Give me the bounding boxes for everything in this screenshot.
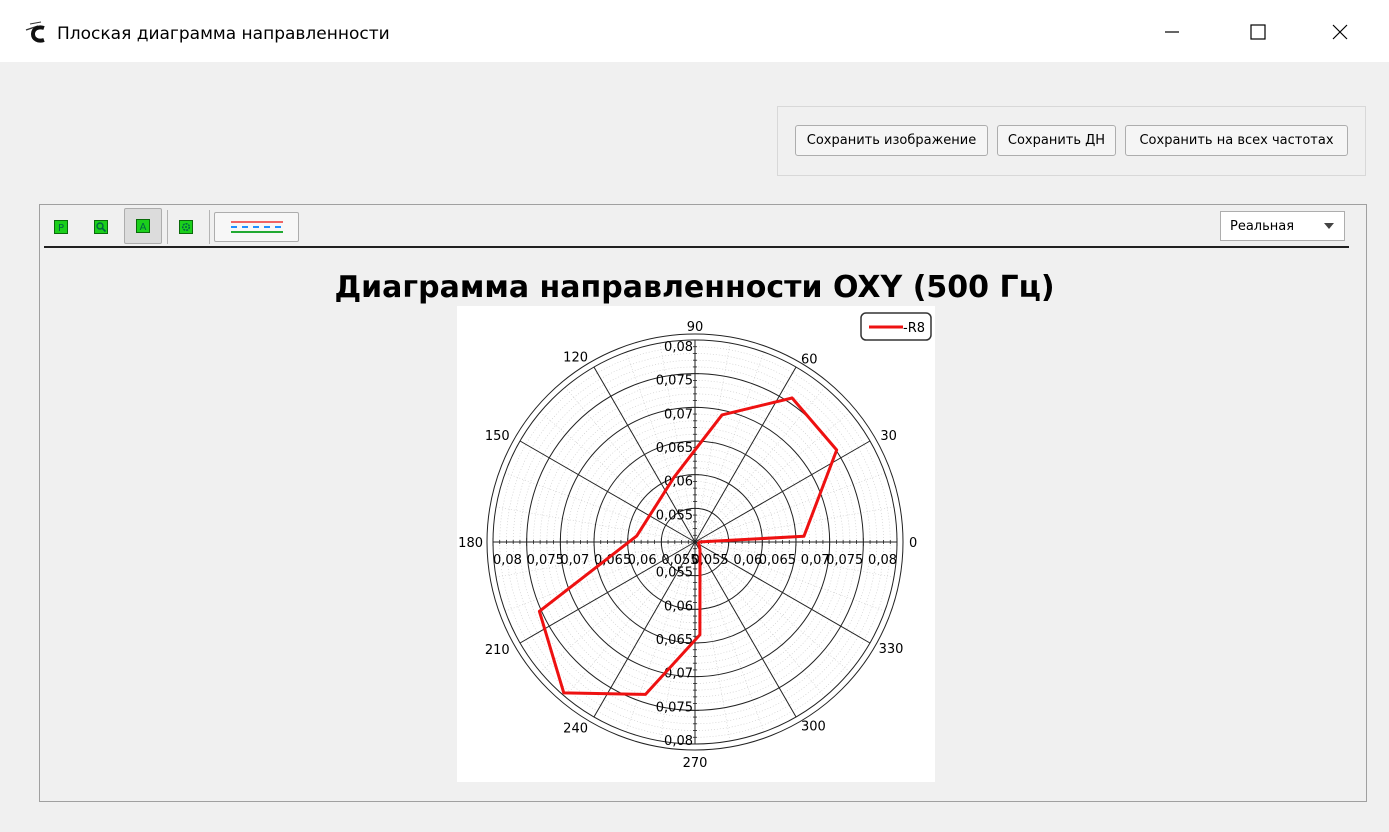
major-grid-spoke — [519, 440, 696, 543]
legend: -R8 — [860, 312, 932, 341]
tool-zoom-icon — [94, 220, 108, 234]
close-button[interactable] — [1320, 14, 1360, 50]
angle-label: 60 — [801, 352, 818, 367]
radial-tick-label: 0,075 — [656, 700, 693, 715]
tool-a-button[interactable]: A — [124, 208, 162, 244]
radial-tick-label: 0,065 — [656, 633, 693, 648]
maximize-button[interactable] — [1238, 14, 1278, 50]
major-grid-spoke — [694, 541, 797, 718]
angle-label: 120 — [563, 351, 588, 366]
major-grid-spoke — [694, 366, 797, 543]
toolbar-separator — [167, 210, 168, 244]
save-all-frequencies-button[interactable]: Сохранить на всех частотах — [1125, 125, 1348, 156]
radial-tick-label: 0,08 — [664, 340, 693, 355]
mode-select-value: Реальная — [1230, 219, 1295, 234]
radial-tick-label: 0,07 — [664, 407, 693, 422]
svg-text:A: A — [140, 222, 147, 233]
radial-tick-label: 0,075 — [656, 374, 693, 389]
angle-label: 270 — [683, 756, 708, 771]
radial-tick-label: 0,08 — [664, 734, 693, 749]
chevron-down-icon — [1324, 223, 1334, 229]
radial-tick-label: 0,065 — [656, 441, 693, 456]
polar-chart: 0 30 60 90 120 150 180 210 240 270 300 330 0,055 0,05… — [458, 312, 932, 771]
tool-p-button[interactable]: P — [48, 214, 74, 240]
tool-zoom-button[interactable] — [88, 214, 114, 240]
minimize-button[interactable] — [1152, 14, 1192, 50]
angle-label: 210 — [485, 643, 510, 658]
angle-label: 180 — [458, 536, 483, 551]
angle-label: 90 — [687, 320, 704, 335]
radial-tick-label: 0,06 — [628, 553, 657, 568]
angle-label: 150 — [485, 429, 510, 444]
radial-tick-label: 0,07 — [560, 553, 589, 568]
maximize-icon — [1250, 24, 1266, 40]
save-pattern-button[interactable]: Сохранить ДН — [997, 125, 1116, 156]
angle-label: 300 — [801, 720, 826, 735]
radial-tick-label: 0,055 — [661, 553, 698, 568]
tool-a-icon: A — [136, 219, 150, 233]
radial-tick-label: 0,075 — [527, 553, 564, 568]
radial-tick-label: 0,055 — [656, 508, 693, 523]
radial-tick-label: 0,08 — [493, 553, 522, 568]
tool-gear-button[interactable] — [173, 214, 199, 240]
toolbar-separator — [209, 210, 210, 244]
radial-tick-label: 0,065 — [759, 553, 796, 568]
line-style-icon — [230, 221, 283, 233]
angle-label: 30 — [880, 429, 897, 444]
angle-label: 330 — [879, 642, 904, 657]
svg-text:P: P — [58, 223, 64, 234]
save-image-button[interactable]: Сохранить изображение — [795, 125, 988, 156]
line-style-button[interactable] — [214, 212, 299, 242]
app-logo-icon — [25, 21, 45, 43]
close-icon — [1332, 24, 1348, 40]
polar-plot-area: 0 30 60 90 120 150 180 210 240 270 300 330 0,055 0,05… — [457, 306, 935, 782]
minimize-icon — [1165, 31, 1179, 33]
angle-label: 0 — [909, 536, 917, 551]
mode-select[interactable]: Реальная — [1220, 211, 1345, 241]
tool-gear-icon — [179, 220, 193, 234]
tool-p-icon: P — [54, 220, 68, 234]
major-grid-spoke — [694, 440, 871, 543]
radial-tick-label: 0,075 — [826, 553, 863, 568]
radial-tick-label: 0,06 — [664, 599, 693, 614]
window-title: Плоская диаграмма направленности — [57, 24, 390, 44]
legend-label: -R8 — [903, 321, 925, 336]
angle-label: 240 — [563, 721, 588, 736]
title-bar: Плоская диаграмма направленности — [0, 0, 1389, 62]
radial-tick-label: 0,08 — [868, 553, 897, 568]
chart-title: Диаграмма направленности OXY (500 Гц) — [334, 270, 1055, 305]
toolbar-divider — [44, 246, 1349, 248]
